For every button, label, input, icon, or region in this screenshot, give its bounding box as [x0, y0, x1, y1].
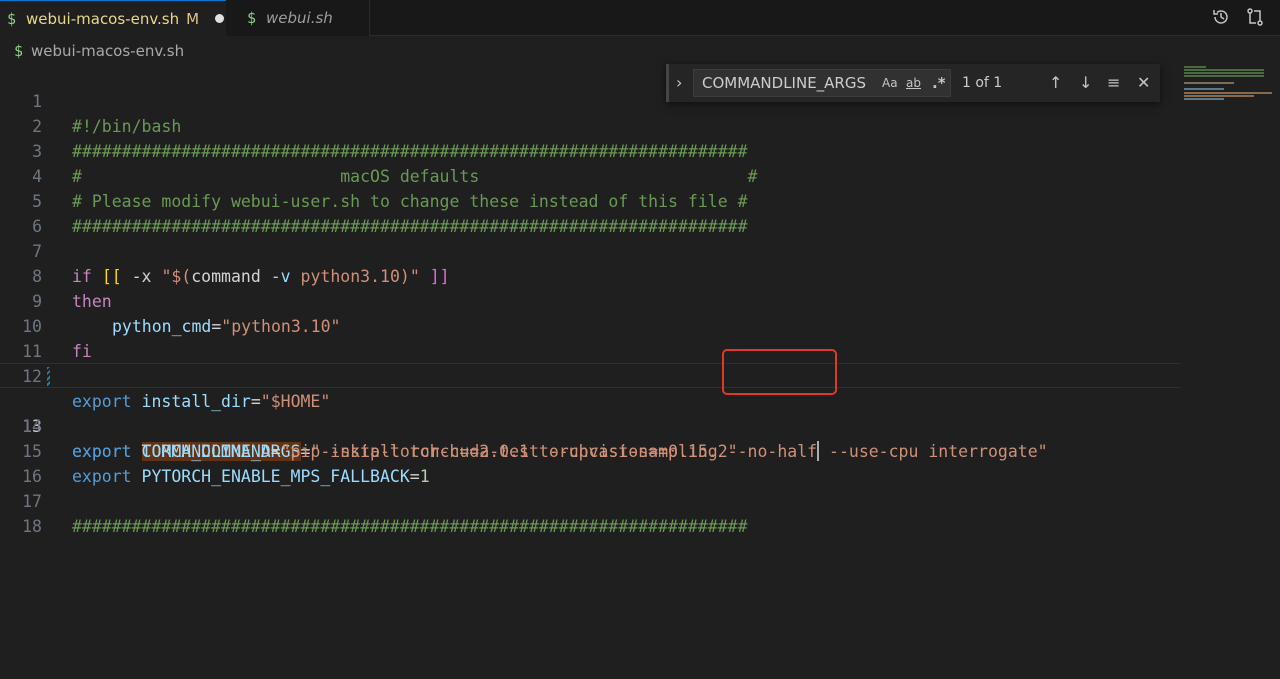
minimap[interactable] — [1182, 64, 1272, 104]
code-line[interactable]: 7 if [[ -x "$(command -v python3.10)" ]] — [0, 214, 1180, 286]
code-line[interactable]: 6 — [0, 189, 1180, 236]
code-line[interactable]: 17 #####################################… — [0, 464, 1180, 536]
previous-match-arrow-up-icon[interactable]: ↑ — [1049, 73, 1062, 92]
code-line[interactable]: 3 # macOS defaults # — [0, 114, 1180, 186]
code-line[interactable]: 16 — [0, 439, 1180, 486]
code-line[interactable]: 9 python_cmd="python3.10" — [0, 264, 1180, 336]
modified-line-marker[interactable] — [47, 367, 50, 386]
code-line[interactable]: 14 export TORCH_COMMAND="pip install tor… — [0, 389, 1180, 461]
close-icon[interactable]: ✕ — [1137, 73, 1150, 92]
toggle-replace-chevron-icon[interactable]: › — [676, 73, 682, 92]
timeline-history-icon[interactable] — [1210, 6, 1232, 28]
line-number: 18 — [22, 517, 42, 536]
shell-file-icon: $ — [247, 9, 257, 27]
code-line[interactable]: 12 export install_dir="$HOME" — [0, 339, 1180, 411]
find-widget: › COMMANDLINE_ARGS Aa ab .* 1 of 1 ↑ ↓ ≡… — [666, 64, 1160, 102]
code-line[interactable]: 4 # Please modify webui-user.sh to chang… — [0, 139, 1180, 211]
unsaved-dot-icon[interactable] — [215, 14, 225, 23]
shell-file-icon: $ — [7, 9, 17, 28]
modified-badge: M — [186, 9, 200, 28]
shell-file-icon: $ — [14, 42, 24, 60]
code-line[interactable]: 11 — [0, 314, 1180, 361]
code-line[interactable]: 8 then — [0, 239, 1180, 311]
editor-actions — [1210, 6, 1266, 28]
tab-label: webui.sh — [266, 9, 333, 27]
annotation-highlight-box — [722, 349, 837, 395]
tab-webui-macos-env[interactable]: $ webui-macos-env.sh M — [0, 0, 226, 36]
regex-icon[interactable]: .* — [932, 74, 946, 92]
tab-label: webui-macos-env.sh — [26, 9, 180, 28]
code-line[interactable]: 10 fi — [0, 289, 1180, 361]
find-query: COMMANDLINE_ARGS — [702, 74, 867, 92]
find-input[interactable]: COMMANDLINE_ARGS Aa ab .* — [693, 69, 951, 97]
code-line[interactable]: 15 export PYTORCH_ENABLE_MPS_FALLBACK=1 — [0, 414, 1180, 486]
tab-webui[interactable]: $ webui.sh — [227, 0, 370, 36]
code-line-current[interactable]: 13 export COMMANDLINE_ARGS="--skip-torch… — [0, 363, 1180, 461]
breadcrumb[interactable]: $ webui-macos-env.sh — [0, 38, 184, 64]
match-case-icon[interactable]: Aa — [882, 76, 898, 90]
line-text: ########################################… — [72, 517, 748, 536]
find-in-selection-icon[interactable]: ≡ — [1107, 73, 1120, 92]
compare-changes-icon[interactable] — [1244, 6, 1266, 28]
code-line[interactable]: 5 ######################################… — [0, 164, 1180, 236]
code-line[interactable]: 18 — [0, 489, 1180, 536]
match-count: 1 of 1 — [962, 75, 1003, 91]
breadcrumb-file[interactable]: webui-macos-env.sh — [31, 42, 184, 60]
whole-word-icon[interactable]: ab — [906, 76, 921, 90]
next-match-arrow-down-icon[interactable]: ↓ — [1079, 73, 1092, 92]
tab-bar: $ webui-macos-env.sh M $ webui.sh — [0, 0, 1280, 36]
code-editor[interactable]: 1 #!/bin/bash 2 ########################… — [0, 64, 1280, 679]
